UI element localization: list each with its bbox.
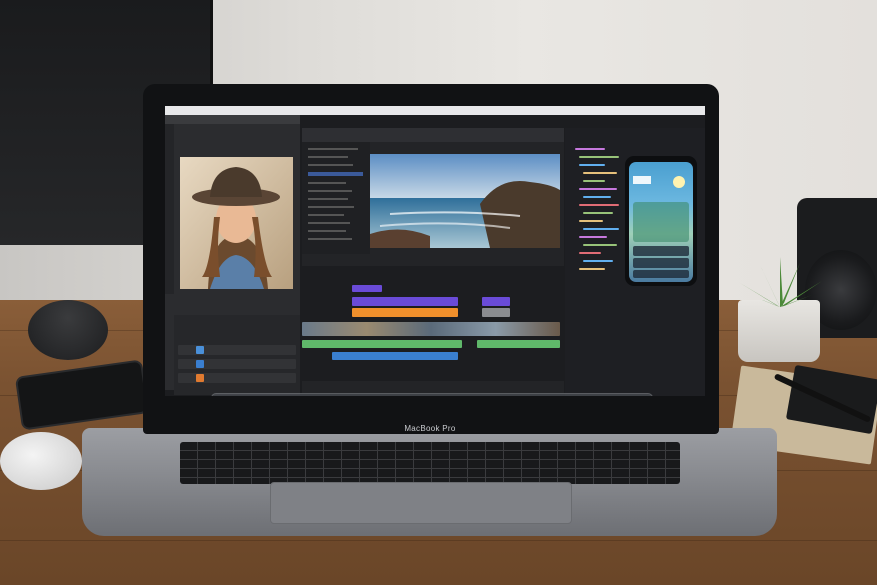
layer-row[interactable] — [178, 345, 296, 355]
timeline[interactable] — [302, 266, 564, 381]
portrait-photo — [180, 157, 293, 289]
tools-panel[interactable] — [165, 124, 174, 294]
timeline-clip[interactable] — [482, 308, 510, 317]
weather-app-screen[interactable] — [629, 162, 693, 282]
layers-panel[interactable] — [174, 315, 300, 395]
video-preview[interactable] — [370, 154, 560, 248]
trackpad[interactable] — [270, 482, 572, 524]
laptop-screen[interactable] — [165, 106, 705, 396]
macbook-label: MacBook Pro — [404, 424, 456, 433]
video-editor-toolbar[interactable] — [302, 128, 564, 142]
plant-icon — [740, 257, 822, 307]
photo-editor-window[interactable] — [165, 115, 300, 395]
timeline-clip[interactable] — [482, 297, 510, 306]
media-browser[interactable] — [302, 142, 370, 254]
video-editor-window[interactable] — [302, 128, 564, 393]
audio-track[interactable] — [302, 340, 462, 348]
menu-bar[interactable] — [165, 106, 705, 115]
keyboard[interactable] — [180, 442, 680, 484]
audio-track[interactable] — [332, 352, 458, 360]
monitor-stand — [28, 300, 108, 360]
mouse-icon — [0, 432, 82, 490]
timeline-clip[interactable] — [352, 308, 458, 317]
layer-row[interactable] — [178, 373, 296, 383]
timeline-clip[interactable] — [352, 297, 458, 306]
layer-row[interactable] — [178, 359, 296, 369]
dock[interactable] — [211, 393, 653, 396]
code-editor-window[interactable] — [565, 128, 705, 396]
audio-track[interactable] — [477, 340, 560, 348]
video-track[interactable] — [302, 322, 560, 336]
timeline-clip[interactable] — [352, 285, 382, 292]
photo-editor-toolbar[interactable] — [165, 115, 300, 124]
